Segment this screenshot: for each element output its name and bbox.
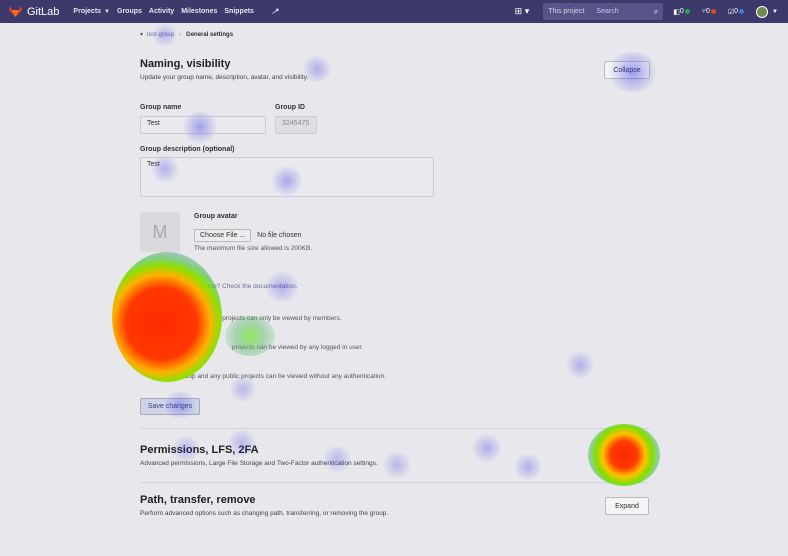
nav-right: ⊞ ▾ This project Search ⌕ ◧ 0 ⑂ 0 ☑ 0 ▼ (515, 0, 788, 23)
group-name-label: Group name (140, 104, 182, 111)
path-section-description: Perform advanced options such as changin… (140, 510, 389, 517)
merge-requests-counter[interactable]: ⑂ 0 (702, 8, 716, 15)
visibility-public-radio[interactable]: Public (153, 361, 183, 368)
chevron-down-icon[interactable]: ▾ (140, 31, 143, 38)
collapse-button[interactable]: Collapse (604, 61, 650, 79)
nav-activity[interactable]: Activity (149, 8, 174, 15)
group-avatar-preview: M (140, 212, 180, 252)
choose-file-button[interactable]: Choose File ... (194, 229, 252, 242)
group-description-label: Group description (optional) (140, 146, 235, 153)
nav-groups[interactable]: Groups (117, 8, 142, 15)
group-avatar-label: Group avatar (194, 213, 238, 220)
permissions-section-title: Permissions, LFS, 2FA (140, 444, 259, 456)
nav-links: Projects ▼ Groups Activity Milestones Sni… (73, 8, 261, 15)
issues-counter[interactable]: ◧ 0 (673, 8, 690, 16)
no-file-text: No file chosen (257, 232, 302, 239)
chevron-down-icon: ▼ (104, 9, 110, 15)
permissions-section-description: Advanced permissions, Large File Storage… (140, 460, 378, 467)
nav-snippets[interactable]: Snippets (224, 8, 254, 15)
section-divider (140, 482, 650, 483)
plus-square-icon[interactable]: ⊞ ▾ (515, 6, 530, 17)
breadcrumb: ▾ test-group › General settings (140, 31, 234, 39)
visibility-private-description: its projects can only be viewed by membe… (214, 315, 342, 322)
todos-counter[interactable]: ☑ 0 (728, 8, 745, 16)
search-icon[interactable]: ⌕ (654, 7, 658, 17)
search-box[interactable]: This project Search ⌕ (543, 3, 664, 20)
user-avatar-icon[interactable] (756, 5, 769, 18)
chart-icon[interactable]: ↗ (271, 6, 279, 17)
naming-section-title: Naming, visibility (140, 58, 231, 70)
visibility-public-description: The group and any public projects can be… (166, 373, 387, 380)
visibility-public-label: Public (164, 361, 184, 368)
nav-projects[interactable]: Projects ▼ (73, 8, 110, 15)
path-section-title: Path, transfer, remove (140, 494, 256, 506)
search-scope: This project (548, 8, 585, 15)
visibility-documentation-link[interactable]: group? Check the documentation. (200, 283, 298, 290)
gitlab-home-link[interactable]: GitLab (9, 6, 59, 18)
section-divider (140, 428, 650, 429)
chevron-right-icon: › (179, 31, 182, 38)
group-description-textarea[interactable]: Test (140, 157, 434, 197)
brand-text: GitLab (27, 5, 60, 18)
file-input-row: Choose File ... No file chosen (194, 229, 302, 242)
nav-milestones[interactable]: Milestones (181, 8, 217, 15)
group-id-label: Group ID (275, 104, 305, 111)
breadcrumb-parent[interactable]: test-group (147, 32, 174, 38)
expand-button[interactable]: Expand (605, 497, 649, 515)
breadcrumb-current: General settings (186, 31, 234, 38)
save-changes-button[interactable]: Save changes (140, 398, 200, 415)
naming-section-description: Update your group name, description, ava… (140, 74, 309, 81)
search-input[interactable]: Search (596, 8, 653, 15)
gitlab-logo-icon (9, 6, 22, 17)
radio-button[interactable] (153, 361, 160, 368)
visibility-help: group? Check the documentation. (200, 283, 298, 290)
group-name-input[interactable]: Test (140, 116, 266, 134)
top-navbar: GitLab Projects ▼ Groups Activity Milesto… (0, 0, 788, 23)
group-id-field: 3245475 (275, 116, 317, 134)
chevron-down-icon[interactable]: ▼ (772, 9, 778, 15)
issues-icon: ◧ (673, 8, 680, 16)
max-file-size-help: The maximum file size allowed is 200KB. (194, 245, 313, 252)
visibility-internal-description: projects can be viewed by any logged in … (232, 344, 364, 351)
